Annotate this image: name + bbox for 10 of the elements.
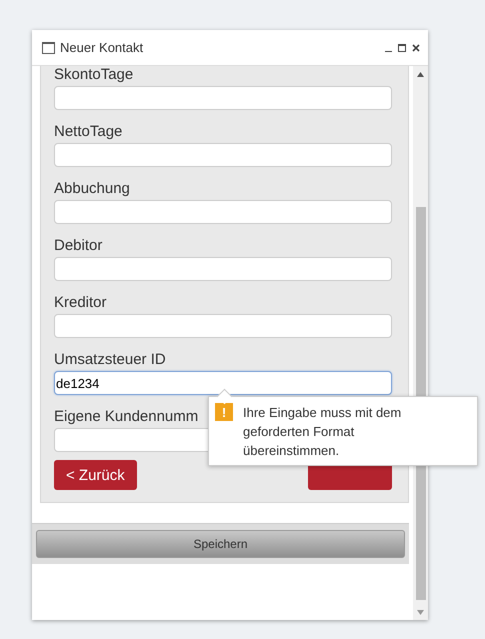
field-label: SkontoTage bbox=[54, 66, 134, 85]
field-label: NettoTage bbox=[54, 123, 122, 142]
tooltip-text: Ihre Eingabe muss mit dem geforderten Format übereinstimmen. bbox=[243, 404, 402, 460]
field-label: Kreditor bbox=[54, 294, 107, 313]
warning-icon: ! bbox=[215, 403, 233, 421]
field-label: Debitor bbox=[54, 237, 102, 256]
window-title: Neuer Kontakt bbox=[60, 40, 144, 55]
field-label: Eigene Kundennumm bbox=[54, 408, 198, 427]
field-label: Abbuchung bbox=[54, 180, 130, 199]
field-label: Umsatzsteuer ID bbox=[54, 351, 166, 370]
